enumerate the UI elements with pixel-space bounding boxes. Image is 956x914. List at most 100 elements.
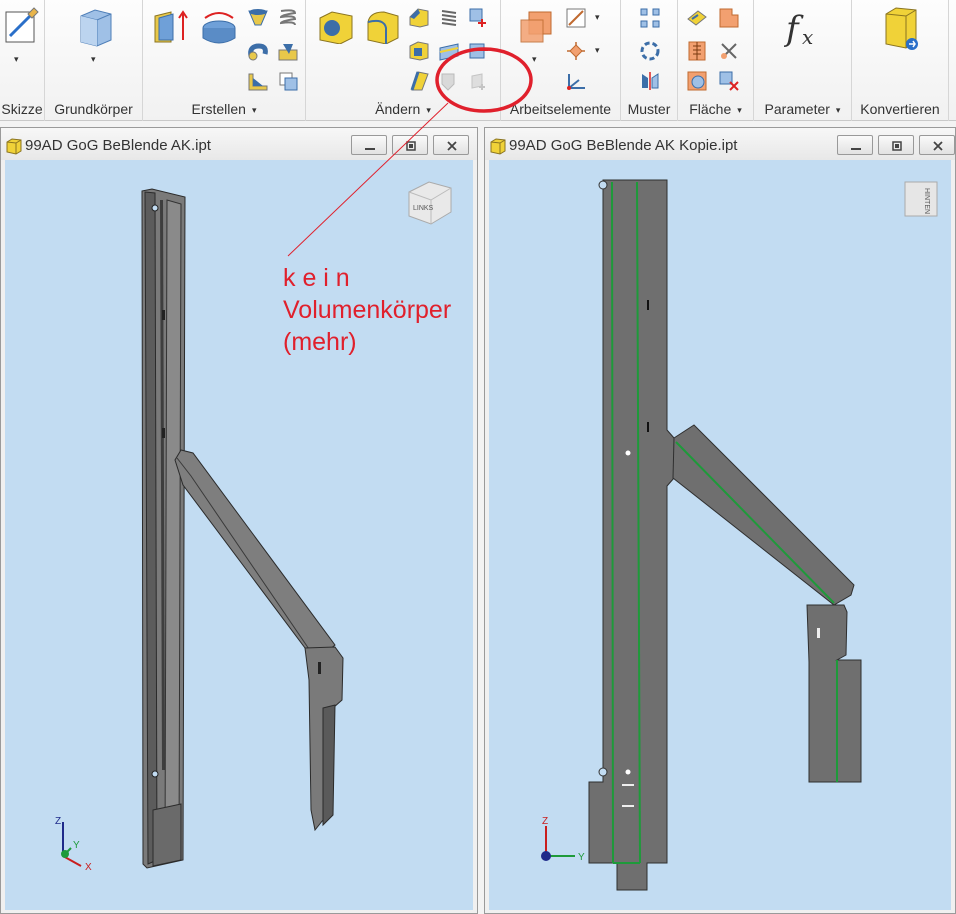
fillet-button[interactable] (360, 4, 404, 44)
panel-label-grundkoerper: Grundkörper (54, 101, 133, 117)
thicken-button-disabled[interactable] (464, 66, 492, 94)
mirror-button[interactable] (635, 66, 663, 94)
close-icon (447, 141, 457, 151)
derive-button[interactable] (273, 66, 301, 94)
thread-button[interactable] (434, 3, 462, 31)
shell-button[interactable] (404, 36, 432, 64)
delete-face-surface-button[interactable] (714, 66, 742, 94)
right-document-window: 99AD GoG BeBlende AK Kopie.ipt HINTEN Z … (484, 127, 956, 914)
left-minimize-button[interactable] (351, 135, 387, 155)
rectangular-pattern-button[interactable] (635, 3, 663, 31)
patch-button[interactable] (682, 3, 710, 31)
chamfer-button[interactable] (404, 3, 432, 31)
left-window-titlebar: 99AD GoG BeBlende AK.ipt (1, 128, 477, 160)
replace-face-button[interactable] (682, 66, 710, 94)
parameter-dropdown-icon[interactable]: ▾ (836, 105, 841, 116)
panel-label-parameter[interactable]: Parameter ▾ (754, 101, 851, 119)
sweep-button[interactable] (243, 36, 271, 64)
right-viewcube[interactable]: HINTEN (901, 180, 941, 220)
extend-icon (721, 43, 737, 59)
draft-button[interactable] (404, 66, 432, 94)
panel-arbeitselemente: ▾ ▾ ▾ Arbeitselemente (501, 0, 621, 121)
thicken-icon (471, 73, 485, 90)
work-axis-dropdown-icon[interactable]: ▾ (595, 12, 600, 23)
create-sketch-button[interactable] (0, 0, 40, 72)
minimize-icon (365, 148, 375, 150)
loft-icon (248, 9, 268, 26)
grundkoerper-dropdown-icon[interactable]: ▾ (91, 54, 96, 65)
ucs-button[interactable] (561, 66, 589, 94)
flaeche-dropdown-icon[interactable]: ▾ (737, 105, 742, 116)
annotation-text: k e i n Volumenkörper (mehr) (283, 264, 452, 356)
delete-face-button-disabled[interactable] (434, 66, 462, 94)
skizze-dropdown-icon[interactable]: ▾ (14, 54, 19, 65)
panel-label-skizze: Skizze (1, 101, 43, 117)
work-plane-icon (520, 11, 552, 43)
extrude-button[interactable] (147, 4, 191, 44)
right-close-button[interactable] (919, 135, 955, 155)
left-close-button[interactable] (433, 135, 469, 155)
right-restore-button[interactable] (878, 135, 914, 155)
panel-muster: Muster (621, 0, 678, 121)
emboss-button[interactable] (273, 36, 301, 64)
right-minimize-button[interactable] (837, 135, 873, 155)
panel-grundkoerper: ▾ Grundkörper (45, 0, 143, 121)
left-axis-triad: Z Y X (55, 816, 92, 872)
split-icon (439, 43, 459, 61)
delete-face-surface-icon (719, 71, 739, 91)
extend-button[interactable] (714, 36, 742, 64)
shell-icon (409, 41, 429, 61)
move-face-icon (469, 43, 488, 59)
close-icon (933, 141, 943, 151)
mirror-icon (642, 72, 659, 90)
rib-icon (248, 73, 268, 91)
left-triad-y-label: Y (73, 840, 80, 851)
coil-button[interactable] (273, 3, 301, 31)
panel-aendern: Ändern ▾ (306, 0, 501, 121)
panel-label-konvertieren: Konvertieren (860, 101, 940, 117)
revolve-icon (202, 12, 236, 44)
panel-label-arbeitselemente: Arbeitselemente (509, 101, 612, 117)
right-axis-triad: Z Y (541, 816, 585, 863)
erstellen-dropdown-icon[interactable]: ▾ (252, 105, 257, 116)
svg-text:f: f (784, 9, 804, 48)
sketch-icon (5, 7, 39, 43)
work-axis-button[interactable] (561, 3, 589, 31)
trim-button[interactable] (714, 3, 742, 31)
hole-button[interactable] (312, 4, 356, 44)
combine-button[interactable] (464, 3, 492, 31)
left-triad-x-label: X (85, 862, 92, 872)
right-triad-z-label: Z (542, 816, 548, 827)
aendern-dropdown-icon[interactable]: ▾ (426, 105, 431, 116)
rectangular-pattern-icon (640, 8, 660, 28)
sweep-icon (248, 43, 268, 61)
left-restore-button[interactable] (392, 135, 428, 155)
right-viewcube-face-label: HINTEN (923, 188, 930, 214)
move-face-button[interactable] (464, 36, 492, 64)
loft-button[interactable] (243, 3, 271, 31)
panel-label-flaeche[interactable]: Fläche ▾ (678, 101, 753, 119)
circular-pattern-button[interactable] (635, 36, 663, 64)
stitch-button[interactable] (682, 36, 710, 64)
panel-label-erstellen[interactable]: Erstellen ▾ (143, 101, 305, 119)
work-point-button[interactable] (561, 36, 589, 64)
panel-konvertieren: Konvertieren (852, 0, 949, 121)
work-point-dropdown-icon[interactable]: ▾ (595, 45, 600, 56)
split-button[interactable] (434, 36, 462, 64)
revolve-button[interactable] (195, 4, 239, 44)
left-document-window: 99AD GoG BeBlende AK.ipt LINKS Z Y X (0, 127, 478, 914)
panel-label-aendern[interactable]: Ändern ▾ (306, 101, 500, 119)
draft-icon (410, 71, 429, 91)
work-plane-button[interactable] (513, 4, 557, 48)
panel-parameter: f x Parameter ▾ (754, 0, 852, 121)
right-triad-y-label: Y (578, 852, 585, 863)
work-axis-icon (566, 8, 586, 28)
left-window-title: 99AD GoG BeBlende AK.ipt (25, 137, 211, 154)
convert-to-sheet-metal-button[interactable] (878, 0, 924, 72)
rib-button[interactable] (243, 66, 271, 94)
left-viewcube[interactable]: LINKS (405, 178, 457, 230)
right-graphics-canvas[interactable]: HINTEN Z Y (489, 160, 951, 910)
parameters-button[interactable]: f x (780, 0, 826, 72)
part-document-icon (6, 138, 22, 155)
work-plane-dropdown-icon[interactable]: ▾ (532, 54, 537, 65)
